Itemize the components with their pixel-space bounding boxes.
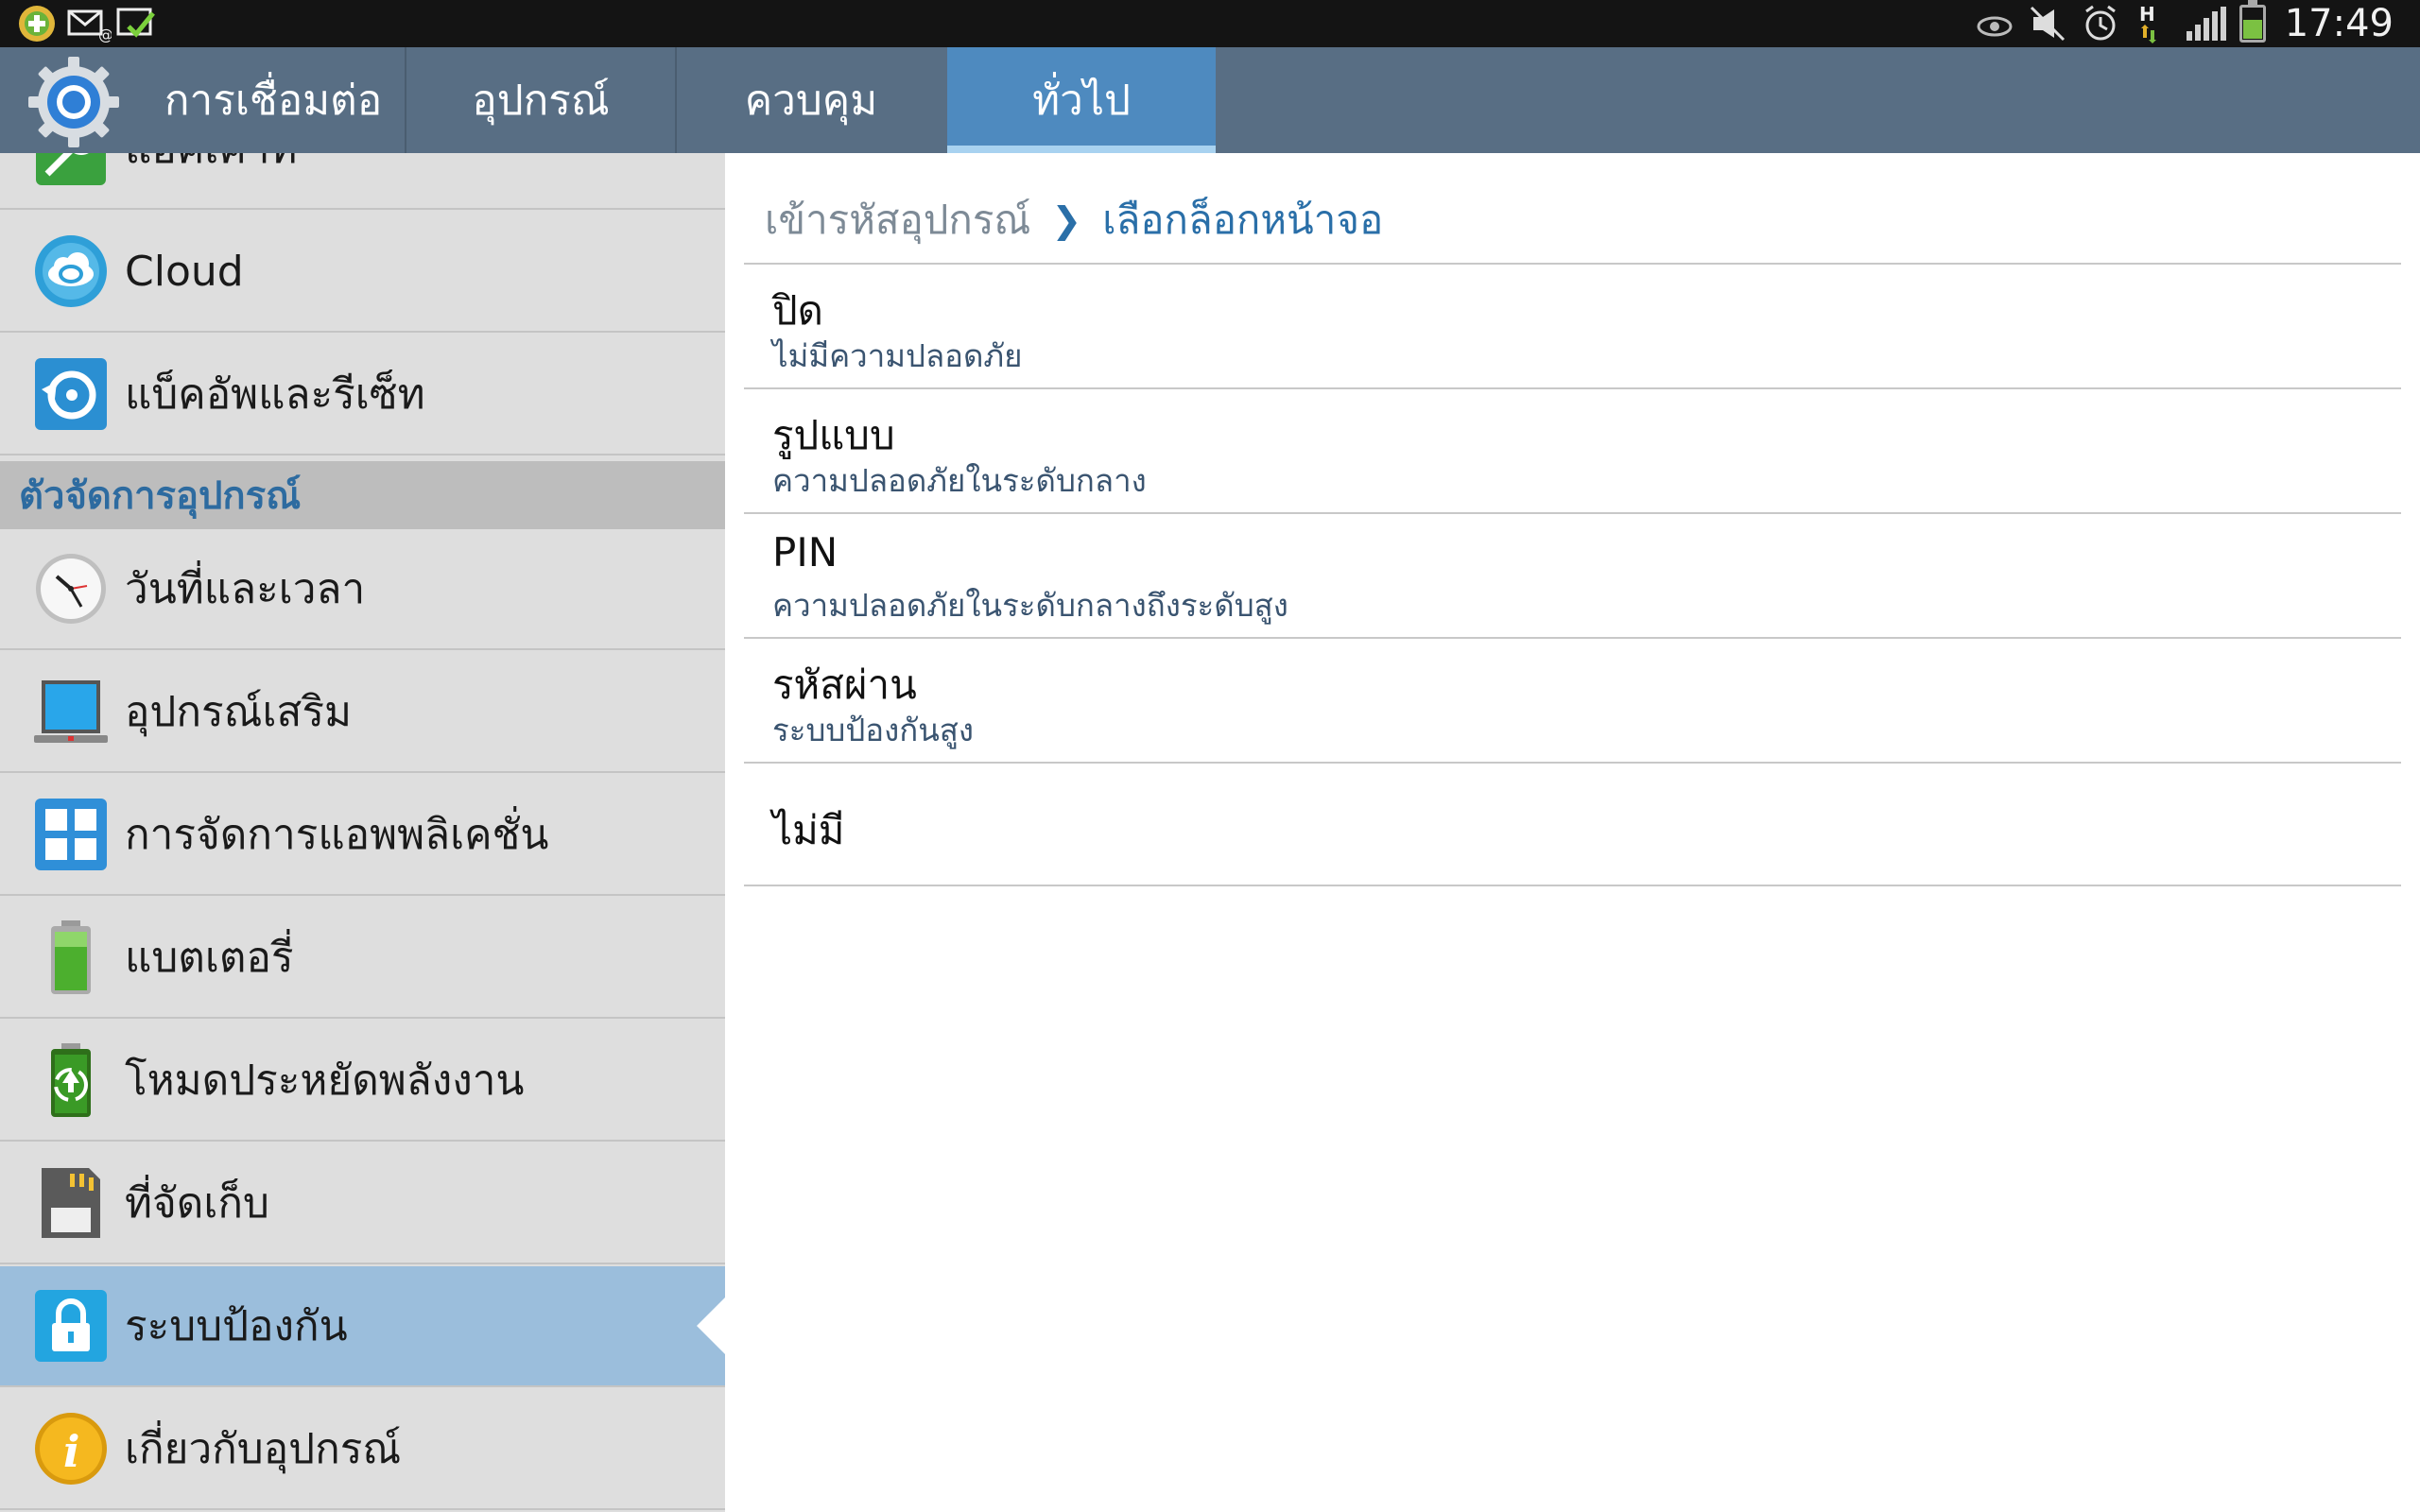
cloud-icon — [32, 232, 110, 310]
lock-option-none[interactable]: ไม่มี — [744, 764, 2401, 886]
smart-stay-eye-icon — [1975, 4, 2014, 43]
tab-device-label: อุปกรณ์ — [472, 77, 610, 125]
sidebar-item-accounts[interactable]: แอคเคาท์ — [0, 153, 725, 210]
lock-option-password[interactable]: รหัสผ่าน ระบบป้องกันสูง — [744, 639, 2401, 762]
sidebar-item-label: วันที่และเวลา — [125, 565, 366, 613]
clock: 17:49 — [2284, 2, 2394, 45]
settings-sidebar: แอคเคาท์ Cloud แบ็คอัพและรีเซ็ท — [0, 153, 725, 1512]
system-icons: H 17:49 — [1975, 0, 2394, 47]
tab-controls-label: ควบคุม — [744, 77, 878, 125]
option-subtitle: ระบบป้องกันสูง — [772, 712, 975, 748]
breadcrumb: เข้ารหัสอุปกรณ์ ❯ เลือกล็อกหน้าจอ — [765, 189, 1383, 251]
sidebar-item-label: โหมดประหยัดพลังงาน — [125, 1057, 525, 1105]
lock-icon — [32, 1287, 110, 1365]
sidebar-item-label: ที่จัดเก็บ — [125, 1179, 269, 1228]
lock-option-pattern[interactable]: รูปแบบ ความปลอดภัยในระดับกลาง — [744, 389, 2401, 512]
sidebar-item-power-saving[interactable]: โหมดประหยัดพลังงาน — [0, 1021, 725, 1142]
sidebar-item-accessory[interactable]: อุปกรณ์เสริม — [0, 652, 725, 773]
alarm-icon — [2081, 4, 2120, 43]
divider — [744, 885, 2401, 886]
sidebar-item-backup-reset[interactable]: แบ็คอัพและรีเซ็ท — [0, 335, 725, 455]
sidebar-item-label: แบ็คอัพและรีเซ็ท — [125, 370, 425, 419]
selected-indicator — [697, 1296, 725, 1356]
backup-reset-icon — [32, 355, 110, 433]
tab-controls[interactable]: ควบคุม — [677, 47, 945, 153]
email-icon: @ — [66, 4, 113, 43]
status-bar: @ — [0, 0, 2420, 47]
section-header-device-manager: ตัวจัดการอุปกรณ์ — [0, 461, 725, 529]
tab-general[interactable]: ทั่วไป — [947, 47, 1216, 153]
sidebar-item-date-time[interactable]: วันที่และเวลา — [0, 529, 725, 650]
option-subtitle: ความปลอดภัยในระดับกลางถึงระดับสูง — [772, 587, 1288, 624]
main-panel: เข้ารหัสอุปกรณ์ ❯ เลือกล็อกหน้าจอ ปิด ไม… — [725, 153, 2420, 1512]
sidebar-item-label: เกี่ยวกับอุปกรณ์ — [125, 1425, 402, 1473]
tab-general-label: ทั่วไป — [1032, 77, 1131, 125]
breadcrumb-parent[interactable]: เข้ารหัสอุปกรณ์ — [765, 189, 1030, 251]
svg-text:@: @ — [98, 26, 112, 43]
settings-tab-bar: การเชื่อมต่อ อุปกรณ์ ควบคุม ทั่วไป — [0, 47, 2420, 153]
chevron-right-icon: ❯ — [1051, 199, 1082, 241]
sidebar-item-label: แบตเตอรี่ — [125, 934, 294, 982]
tab-device[interactable]: อุปกรณ์ — [406, 47, 675, 153]
storage-icon — [32, 1164, 110, 1242]
power-saving-icon — [32, 1041, 110, 1119]
lock-option-off[interactable]: ปิด ไม่มีความปลอดภัย — [744, 265, 2401, 387]
sidebar-item-storage[interactable]: ที่จัดเก็บ — [0, 1143, 725, 1264]
sidebar-item-label: การจัดการแอพพลิเคชั่น — [125, 811, 549, 859]
clock-icon — [32, 550, 110, 627]
accessory-icon — [32, 673, 110, 750]
sidebar-item-label: Cloud — [125, 247, 244, 296]
download-complete-icon — [115, 4, 155, 43]
info-icon: i — [32, 1410, 110, 1487]
lock-option-pin[interactable]: PIN ความปลอดภัยในระดับกลางถึงระดับสูง — [744, 514, 2401, 637]
sidebar-item-security[interactable]: ระบบป้องกัน — [0, 1266, 725, 1387]
app-notification-icon — [17, 4, 57, 43]
sidebar-item-label: อุปกรณ์เสริม — [125, 688, 352, 736]
signal-icon — [2186, 7, 2226, 41]
svg-text:i: i — [63, 1426, 79, 1477]
breadcrumb-current: เลือกล็อกหน้าจอ — [1102, 197, 1384, 243]
option-subtitle: ไม่มีความปลอดภัย — [772, 337, 1023, 374]
sidebar-item-cloud[interactable]: Cloud — [0, 212, 725, 333]
network-type-label: H — [2139, 4, 2155, 26]
battery-icon — [32, 919, 110, 996]
settings-gear-icon — [26, 55, 121, 149]
option-title: ไม่มี — [772, 807, 845, 853]
tab-connections[interactable]: การเชื่อมต่อ — [142, 47, 405, 153]
sidebar-item-label: แอคเคาท์ — [125, 153, 297, 181]
sidebar-item-battery[interactable]: แบตเตอรี่ — [0, 898, 725, 1019]
accounts-icon — [32, 153, 110, 189]
option-subtitle: ความปลอดภัยในระดับกลาง — [772, 462, 1147, 499]
sidebar-item-label: ระบบป้องกัน — [125, 1302, 348, 1350]
network-h-icon: H — [2134, 3, 2173, 43]
mute-icon — [2028, 4, 2067, 43]
app-manager-icon — [32, 796, 110, 873]
battery-status-icon — [2238, 0, 2266, 43]
option-title: PIN — [772, 529, 838, 576]
sidebar-item-app-manager[interactable]: การจัดการแอพพลิเคชั่น — [0, 775, 725, 896]
tab-connections-label: การเชื่อมต่อ — [164, 77, 383, 125]
notification-icons: @ — [17, 4, 155, 43]
sidebar-item-about-device[interactable]: i เกี่ยวกับอุปกรณ์ — [0, 1389, 725, 1510]
